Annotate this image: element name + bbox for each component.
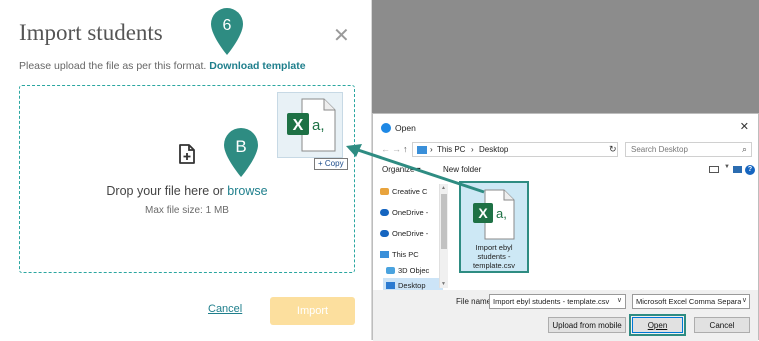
onedrive-icon bbox=[380, 209, 389, 216]
close-icon[interactable]: ✕ bbox=[333, 23, 350, 48]
chevron-down-icon[interactable]: ▼ bbox=[724, 164, 730, 170]
up-arrow-icon[interactable]: ↑ bbox=[403, 144, 408, 154]
scrollbar-thumb[interactable] bbox=[441, 194, 447, 249]
new-folder-button[interactable]: New folder bbox=[443, 165, 481, 174]
forward-arrow-icon[interactable]: → bbox=[392, 144, 401, 154]
refresh-icon[interactable]: ↻ bbox=[609, 144, 617, 155]
modal-title: Import students bbox=[19, 20, 163, 45]
open-button-label: Open bbox=[647, 320, 668, 330]
chevron-down-icon[interactable]: ∨ bbox=[617, 296, 622, 304]
open-file-dialog: Open ✕ ← → ↑ › This PC › Desktop ∨ ↻ Sea… bbox=[372, 113, 759, 341]
dimmed-background bbox=[372, 0, 759, 113]
preview-pane-icon[interactable] bbox=[733, 166, 742, 173]
upload-from-mobile-button[interactable]: Upload from mobile bbox=[548, 317, 626, 333]
svg-text:X: X bbox=[293, 117, 304, 134]
svg-text:a,: a, bbox=[312, 117, 325, 134]
nav-item-label: Desktop bbox=[398, 281, 426, 290]
dialog-title: Open bbox=[395, 123, 416, 133]
browser-app-icon bbox=[381, 123, 391, 133]
help-icon[interactable]: ? bbox=[745, 165, 755, 175]
dialog-toolbar: Organize ▾ New folder ▼ ? bbox=[373, 160, 758, 180]
import-button[interactable]: Import bbox=[270, 297, 355, 325]
upload-instruction: Please upload the file as per this forma… bbox=[19, 60, 306, 72]
address-bar: ← → ↑ › This PC › Desktop ∨ ↻ Search Des… bbox=[373, 140, 758, 160]
file-name-line: students - bbox=[477, 252, 511, 261]
excel-file-icon: X a, bbox=[473, 189, 515, 240]
dialog-cancel-button[interactable]: Cancel bbox=[694, 317, 750, 333]
nav-item-label: This PC bbox=[392, 250, 419, 259]
instruction-text: Please upload the file as per this forma… bbox=[19, 60, 207, 72]
search-field[interactable]: Search Desktop ⌕ bbox=[625, 142, 752, 157]
path-breadcrumb[interactable]: › This PC › Desktop ∨ bbox=[412, 142, 641, 157]
search-icon: ⌕ bbox=[741, 144, 747, 154]
file-name-input[interactable]: Import ebyl students - template.csv ∨ bbox=[489, 294, 626, 309]
pc-icon bbox=[417, 146, 427, 154]
dialog-footer: File name: Import ebyl students - templa… bbox=[373, 290, 758, 341]
onedrive-icon bbox=[380, 230, 389, 237]
letter-marker-pin: B bbox=[224, 128, 258, 177]
svg-text:X: X bbox=[478, 205, 488, 221]
navigation-pane: Creative C OneDrive - OneDrive - This PC… bbox=[373, 180, 449, 294]
max-file-size: Max file size: 1 MB bbox=[145, 205, 229, 216]
excel-file-icon: X a, bbox=[287, 98, 336, 152]
view-options-icon[interactable] bbox=[709, 166, 719, 173]
file-plus-icon bbox=[179, 144, 195, 164]
creative-cloud-icon bbox=[380, 188, 389, 195]
file-type-value: Microsoft Excel Comma Separa bbox=[636, 297, 742, 306]
nav-item-label: 3D Objec bbox=[398, 266, 430, 275]
drop-instruction: Drop your file here or browse bbox=[20, 184, 354, 198]
breadcrumb-desktop[interactable]: Desktop bbox=[479, 145, 508, 154]
nav-item-label: OneDrive - bbox=[392, 208, 429, 217]
file-name-line: template.csv bbox=[472, 261, 516, 270]
file-name-label: File name: bbox=[456, 297, 494, 306]
breadcrumb-this-pc[interactable]: This PC bbox=[437, 145, 465, 154]
chevron-down-icon[interactable]: ∨ bbox=[740, 296, 747, 304]
file-name-line: Import ebyl bbox=[475, 243, 513, 252]
dialog-titlebar: Open ✕ bbox=[373, 114, 758, 140]
import-students-modal: Import students ✕ Please upload the file… bbox=[0, 0, 372, 340]
nav-item-this-pc[interactable]: This PC bbox=[377, 247, 443, 263]
file-item-template-csv[interactable]: X a, Import ebyl students - template.csv bbox=[459, 181, 529, 273]
file-name-value: Import ebyl students - template.csv bbox=[493, 297, 610, 306]
cancel-link[interactable]: Cancel bbox=[208, 303, 242, 315]
nav-item-onedrive[interactable]: OneDrive - bbox=[377, 226, 443, 242]
file-item-name: Import ebyl students - template.csv bbox=[461, 243, 527, 270]
nav-item-creative-cloud[interactable]: Creative C bbox=[377, 184, 443, 200]
navigation-scrollbar[interactable]: ▲ ▼ bbox=[439, 184, 448, 288]
browse-link[interactable]: browse bbox=[227, 184, 267, 198]
close-icon[interactable]: ✕ bbox=[740, 120, 749, 133]
breadcrumb-separator-icon: › bbox=[430, 145, 433, 154]
desktop-icon bbox=[386, 282, 395, 289]
step-marker-pin: 6 bbox=[211, 8, 243, 55]
scroll-up-icon[interactable]: ▲ bbox=[441, 185, 446, 191]
download-template-link[interactable]: Download template bbox=[209, 60, 305, 72]
nav-item-label: OneDrive - bbox=[392, 229, 429, 238]
nav-item-label: Creative C bbox=[392, 187, 428, 196]
nav-item-3d-objects[interactable]: 3D Objec bbox=[383, 263, 443, 279]
letter-marker-label: B bbox=[235, 137, 246, 156]
organize-menu[interactable]: Organize ▾ bbox=[382, 165, 421, 174]
back-arrow-icon[interactable]: ← bbox=[381, 144, 390, 154]
nav-item-onedrive[interactable]: OneDrive - bbox=[377, 205, 443, 221]
dragged-file-ghost: X a, bbox=[277, 92, 343, 158]
open-button[interactable]: Open bbox=[629, 314, 686, 336]
breadcrumb-separator-icon: › bbox=[471, 145, 474, 154]
drop-text: Drop your file here or bbox=[106, 184, 224, 198]
step-marker-label: 6 bbox=[223, 17, 232, 34]
pc-icon bbox=[380, 251, 389, 258]
search-placeholder: Search Desktop bbox=[631, 145, 688, 154]
svg-text:a,: a, bbox=[496, 206, 507, 221]
copy-badge: + Copy bbox=[314, 158, 348, 170]
file-type-select[interactable]: Microsoft Excel Comma Separa ∨ bbox=[632, 294, 750, 309]
3d-objects-icon bbox=[386, 267, 395, 274]
scroll-down-icon[interactable]: ▼ bbox=[441, 281, 446, 287]
